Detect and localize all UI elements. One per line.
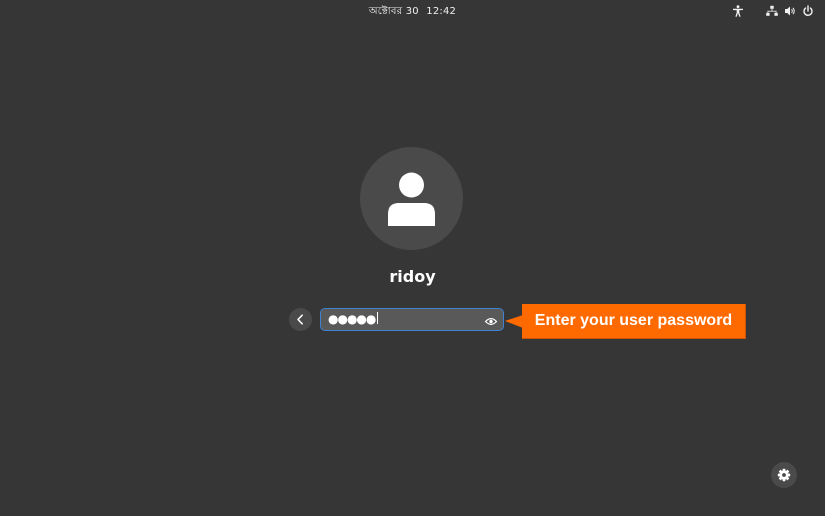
accessibility-icon — [733, 5, 743, 17]
annotation-callout: Enter your user password — [505, 304, 746, 339]
user-avatar — [360, 147, 463, 250]
text-caret — [377, 312, 379, 324]
clock[interactable]: অক্টোবর 30 12:42 — [0, 4, 825, 21]
accessibility-menu[interactable] — [732, 4, 744, 18]
back-arrow-icon — [297, 314, 303, 325]
session-settings-button[interactable] — [771, 462, 797, 488]
username-label: ridoy — [389, 267, 436, 286]
password-value: ●●●●● — [328, 311, 379, 327]
password-field[interactable]: ●●●●● — [320, 308, 504, 331]
callout-text: Enter your user password — [534, 312, 733, 329]
callout-box: Enter your user password — [522, 304, 746, 339]
login-screen: অক্টোবর 30 12:42 ridoy ●●●●● Enter your … — [0, 0, 825, 516]
volume-icon — [785, 6, 795, 16]
power-icon — [803, 5, 813, 16]
user-avatar-icon — [388, 172, 435, 226]
settings-gear-icon — [777, 468, 791, 482]
show-password-eye-icon — [484, 318, 498, 325]
network-icon — [766, 5, 778, 16]
show-password-button[interactable] — [484, 313, 498, 326]
back-button[interactable] — [289, 308, 312, 331]
clock-date: অক্টোবর 30 — [368, 6, 419, 17]
system-menu[interactable] — [766, 4, 814, 18]
clock-time: 12:42 — [426, 6, 457, 17]
password-dots: ●●●●● — [328, 312, 376, 326]
top-bar: অক্টোবর 30 12:42 — [0, 0, 825, 22]
